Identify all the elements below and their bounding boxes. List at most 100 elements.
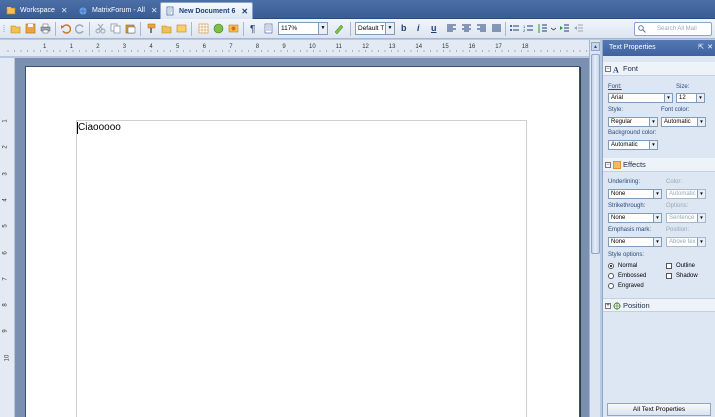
zoom-select[interactable]: 117% ▼	[278, 22, 328, 35]
indent-decrease-icon[interactable]	[573, 23, 584, 34]
vertical-ruler-number: 3	[2, 171, 9, 176]
effects-section-header[interactable]: − Effects	[603, 158, 715, 172]
style-options-label: Style options:	[608, 252, 645, 258]
ruler-number: 1	[43, 44, 47, 50]
pin-icon[interactable]: ⇱	[698, 40, 704, 56]
chevron-down-icon: ▼	[653, 214, 661, 222]
vertical-ruler[interactable]: 1 2 3 4 5 6 7 8 9 10	[0, 58, 15, 417]
radio-engraved[interactable]	[608, 283, 614, 289]
close-icon[interactable]: ✕	[151, 6, 158, 15]
format-painter-icon[interactable]	[146, 23, 157, 34]
document-text[interactable]: Ciaooooo	[78, 122, 121, 133]
image-icon[interactable]	[228, 23, 239, 34]
frame-icon[interactable]	[176, 23, 187, 34]
chevron-down-icon[interactable]	[551, 23, 556, 34]
table-icon[interactable]	[198, 23, 209, 34]
underline-color-select: Automatic ▼	[666, 189, 706, 199]
effects-section-label: Effects	[623, 160, 646, 169]
separator	[89, 22, 90, 36]
collapse-icon[interactable]: −	[605, 66, 611, 72]
normal-label: Normal	[618, 263, 638, 269]
chevron-down-icon: ▼	[664, 94, 672, 102]
style-select[interactable]: Regular ▼	[608, 117, 658, 127]
highlight-icon[interactable]	[333, 23, 344, 34]
align-left-icon[interactable]	[446, 23, 457, 34]
font-color-select[interactable]: Automatic ▼	[661, 117, 706, 127]
radio-embossed[interactable]	[608, 273, 614, 279]
bold-button[interactable]: b	[401, 23, 407, 34]
collapse-icon[interactable]: −	[605, 162, 611, 168]
underlining-label: Underlining:	[608, 179, 641, 185]
vertical-ruler-number: 7	[2, 277, 9, 281]
chevron-down-icon: ▼	[649, 118, 657, 126]
font-section-header[interactable]: − A Font	[603, 62, 715, 76]
vertical-ruler-number: 9	[2, 329, 9, 334]
emphasis-mark-select[interactable]: None ▼	[608, 237, 662, 247]
undo-icon[interactable]	[60, 23, 71, 34]
position-section-header[interactable]: + Position	[603, 298, 715, 312]
folder-icon[interactable]	[161, 23, 172, 34]
position-value: Above tex	[669, 239, 696, 245]
text-frame[interactable]: Ciaooooo	[76, 120, 527, 417]
radio-normal[interactable]	[608, 263, 614, 269]
paragraph-style-select[interactable]: Default T ▼	[355, 22, 395, 35]
italic-button[interactable]: i	[417, 23, 420, 34]
redo-icon[interactable]	[75, 23, 86, 34]
font-color-label: Font color:	[661, 107, 690, 113]
paste-icon[interactable]	[125, 23, 136, 34]
ruler-number: 18	[521, 44, 529, 50]
tab-label: New Document 6	[179, 7, 236, 15]
search-input[interactable]: Search All Mail	[634, 22, 712, 36]
numbered-list-icon[interactable]: 12	[523, 23, 534, 34]
font-section-label: Font	[623, 64, 639, 73]
ruler-ticks	[7, 50, 594, 52]
justify-icon[interactable]	[491, 23, 502, 34]
save-icon[interactable]	[25, 23, 36, 34]
chart-icon[interactable]	[213, 23, 224, 34]
tab-workspace[interactable]: Workspace ✕	[2, 2, 72, 19]
indent-increase-icon[interactable]	[559, 23, 570, 34]
workspace-icon	[6, 6, 16, 16]
strikethrough-select[interactable]: None ▼	[608, 213, 662, 223]
align-right-icon[interactable]	[476, 23, 487, 34]
align-center-icon[interactable]	[461, 23, 472, 34]
chevron-down-icon: ▼	[697, 214, 705, 222]
tab-matrixforum[interactable]: MatrixForum - All ✕	[74, 2, 162, 19]
close-icon[interactable]: ✕	[61, 6, 68, 15]
font-select[interactable]: Arial ▼	[608, 93, 673, 103]
checkbox-outline[interactable]	[666, 263, 672, 269]
outline-label: Outline	[676, 263, 696, 269]
copy-icon[interactable]	[110, 23, 121, 34]
vertical-scrollbar[interactable]: ▲	[589, 40, 600, 417]
underline-button[interactable]: u	[431, 23, 437, 34]
document-page[interactable]: Ciaooooo	[25, 66, 580, 417]
close-icon[interactable]: ✕	[707, 40, 713, 56]
background-color-label: Background color:	[608, 130, 657, 136]
cut-icon[interactable]	[95, 23, 106, 34]
ruler-number: 4	[149, 44, 153, 50]
scroll-thumb[interactable]	[591, 54, 600, 254]
bullet-list-icon[interactable]	[509, 23, 520, 34]
engraved-label: Engraved	[618, 283, 644, 289]
horizontal-ruler[interactable]: 1 1 2 3 4 5 6 7 8 9 10 11 12 13 14 15 16 17 18	[0, 40, 600, 57]
background-color-select[interactable]: Automatic ▼	[608, 140, 658, 150]
separator	[191, 22, 192, 36]
font-value: Arial	[611, 95, 624, 101]
tab-new-document[interactable]: New Document 6 ✕	[160, 2, 254, 19]
ruler-number: 3	[122, 44, 127, 50]
print-icon[interactable]	[40, 23, 51, 34]
size-label: Size:	[676, 84, 690, 90]
document-area: Ciaooooo	[15, 58, 589, 417]
close-icon[interactable]: ✕	[241, 7, 248, 16]
formatting-marks-icon[interactable]: ¶	[248, 23, 259, 34]
expand-icon[interactable]: +	[605, 303, 611, 309]
open-icon[interactable]	[10, 23, 21, 34]
page-view-icon[interactable]	[263, 23, 274, 34]
line-spacing-icon[interactable]	[537, 23, 548, 34]
vertical-ruler-number: 1	[2, 119, 9, 123]
underlining-select[interactable]: None ▼	[608, 189, 662, 199]
all-text-properties-button[interactable]: All Text Properties	[607, 403, 711, 416]
checkbox-shadow[interactable]	[666, 273, 672, 279]
size-select[interactable]: 12 ▼	[676, 93, 705, 103]
scroll-up-icon[interactable]: ▲	[591, 42, 600, 51]
